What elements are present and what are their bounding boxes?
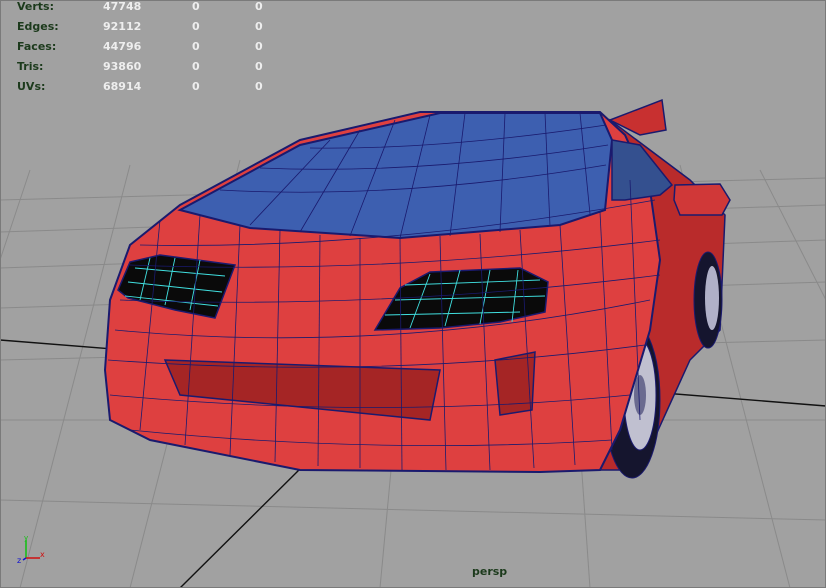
perspective-viewport[interactable]: Verts: 47748 0 0 Edges: 92112 0 0 Faces:…: [0, 0, 826, 588]
rear-right-wheel[interactable]: [693, 251, 723, 349]
hud-label: UVs:: [17, 80, 46, 93]
axis-gizmo-icon: y x z: [17, 534, 45, 564]
hud-value: 68914: [103, 80, 142, 93]
camera-name-label: persp: [472, 565, 508, 578]
hud-value: 0: [192, 60, 200, 73]
hud-value: 93860: [103, 60, 142, 73]
hud-value: 92112: [103, 20, 142, 33]
hud-value: 0: [192, 20, 200, 33]
hud-value: 0: [192, 0, 200, 13]
hud-value: 0: [255, 60, 263, 73]
hud-value: 0: [192, 80, 200, 93]
hud-value: 0: [255, 80, 263, 93]
car-model[interactable]: [103, 98, 731, 479]
hud-value: 0: [192, 40, 200, 53]
hud-label: Tris:: [17, 60, 44, 73]
axis-z-label: z: [17, 556, 21, 564]
axis-x-label: x: [40, 550, 45, 559]
hud-value: 0: [255, 20, 263, 33]
hud-value: 0: [255, 0, 263, 13]
hud-value: 0: [255, 40, 263, 53]
hud-label: Verts:: [17, 0, 55, 13]
hud-value: 47748: [103, 0, 142, 13]
hud-label: Edges:: [17, 20, 59, 33]
axis-y-label: y: [24, 534, 28, 542]
hud-value: 44796: [103, 40, 142, 53]
hud-label: Faces:: [17, 40, 57, 53]
